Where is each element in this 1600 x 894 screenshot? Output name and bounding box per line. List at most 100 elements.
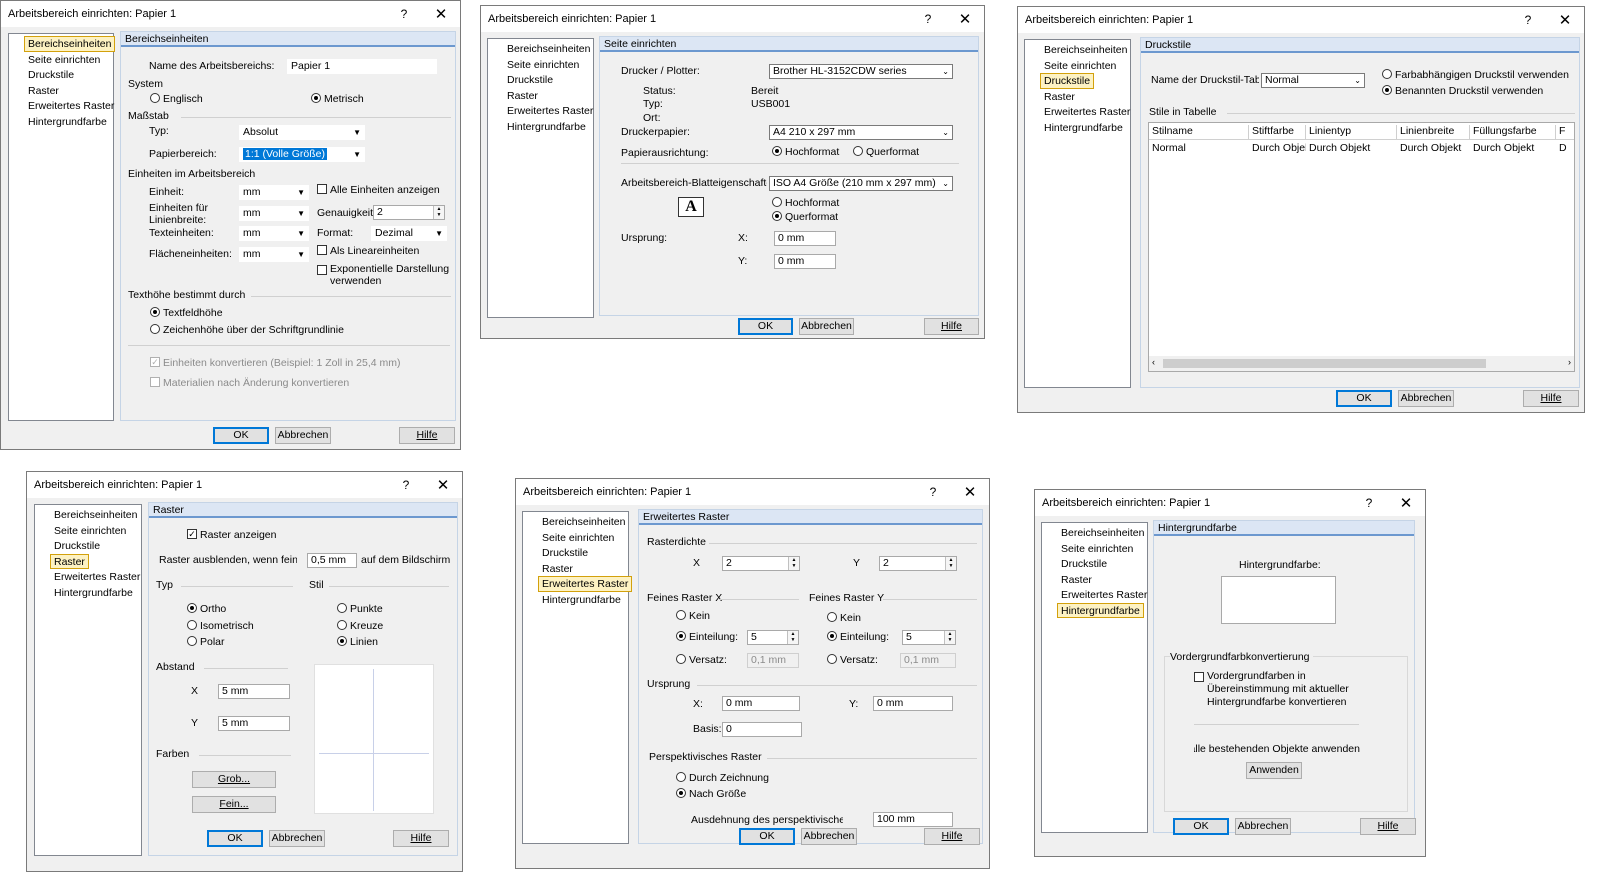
y-input[interactable]: 0 mm	[774, 254, 836, 269]
rasterdichte-y-stepper[interactable]: 2 ▲ ▼	[879, 556, 957, 571]
drucker-dropdown[interactable]: Brother HL-3152CDW series ⌄	[769, 64, 953, 79]
nav-erweitertes-raster[interactable]: Erweitertes Raster	[538, 576, 633, 592]
flaecheneinheiten-dropdown[interactable]: mm ▼	[239, 247, 309, 262]
x-input[interactable]: 0 mm	[774, 231, 836, 246]
ok-button[interactable]: OK	[739, 828, 795, 845]
column-header[interactable]: Linientyp	[1306, 125, 1397, 139]
nav-hintergrundfarbe[interactable]: Hintergrundfarbe	[50, 585, 137, 601]
abbrechen-button[interactable]: Abbrechen	[1398, 390, 1454, 407]
radio-querformat[interactable]: Querformat	[853, 146, 919, 158]
radio-farbabhaengig[interactable]: Farbabhängigen Druckstil verwenden	[1382, 69, 1577, 81]
help-icon[interactable]: ?	[386, 7, 422, 21]
nav-bereichseinheiten[interactable]: Bereichseinheiten	[538, 514, 629, 530]
nav-seite-einrichten[interactable]: Seite einrichten	[1040, 58, 1120, 74]
grob-button[interactable]: Grob...	[192, 771, 276, 788]
ok-button[interactable]: OK	[207, 830, 263, 847]
scrollbar-thumb[interactable]	[1163, 359, 1486, 368]
radio-zeichenhoehe[interactable]: Zeichenhöhe über der Schriftgrundlinie	[150, 324, 344, 336]
anwenden-button[interactable]: Anwenden	[1246, 762, 1302, 779]
ausdehnung-input[interactable]: 100 mm	[873, 812, 953, 827]
radio-hochformat2[interactable]: Hochformat	[772, 197, 839, 209]
versatz-y-input[interactable]: 0,1 mm	[900, 653, 956, 668]
radio-kreuze[interactable]: Kreuze	[337, 620, 383, 632]
column-header[interactable]: Füllungsfarbe	[1470, 125, 1556, 139]
hilfe-button[interactable]: Hilfe	[924, 828, 980, 845]
spin-arrows-icon[interactable]: ▲ ▼	[945, 557, 956, 570]
close-icon[interactable]: ✕	[1387, 494, 1425, 512]
nav-bereichseinheiten[interactable]: Bereichseinheiten	[24, 36, 116, 52]
nav-erweitertes-raster[interactable]: Erweitertes Raster	[1040, 104, 1134, 120]
help-icon[interactable]: ?	[910, 12, 946, 26]
radio-benannt[interactable]: Benannten Druckstil verwenden	[1382, 85, 1543, 97]
nav-hintergrundfarbe[interactable]: Hintergrundfarbe	[503, 119, 590, 135]
spin-arrows-icon[interactable]: ▲ ▼	[433, 206, 444, 219]
genauigkeit-stepper[interactable]: 2 ▲ ▼	[373, 205, 445, 220]
column-header[interactable]: Stiftfarbe	[1249, 125, 1306, 139]
abbrechen-button[interactable]: Abbrechen	[799, 318, 854, 335]
column-header[interactable]: Linienbreite	[1397, 125, 1470, 139]
versatz-x-input[interactable]: 0,1 mm	[747, 653, 799, 668]
radio-isometrisch[interactable]: Isometrisch	[187, 620, 254, 632]
format-dropdown[interactable]: Dezimal ▼	[371, 226, 447, 241]
ok-button[interactable]: OK	[738, 318, 793, 335]
nav-hintergrundfarbe[interactable]: Hintergrundfarbe	[1057, 602, 1144, 618]
radio-punkte[interactable]: Punkte	[337, 603, 383, 615]
ok-button[interactable]: OK	[213, 427, 269, 444]
close-icon[interactable]: ✕	[946, 10, 984, 28]
radio-textfeldhoehe[interactable]: Textfeldhöhe	[150, 307, 223, 319]
abbrechen-button[interactable]: Abbrechen	[801, 828, 857, 845]
help-icon[interactable]: ?	[915, 485, 951, 499]
papierbereich-dropdown[interactable]: 1:1 (Volle Größe) ▼	[239, 147, 365, 162]
nav-bereichseinheiten[interactable]: Bereichseinheiten	[1040, 42, 1131, 58]
texteinheiten-dropdown[interactable]: mm ▼	[239, 226, 309, 241]
typ-dropdown[interactable]: Absolut ▼	[239, 125, 365, 140]
nav-seite-einrichten[interactable]: Seite einrichten	[24, 52, 104, 68]
blatt-dropdown[interactable]: ISO A4 Größe (210 mm x 297 mm) ⌄	[769, 176, 953, 191]
ausblenden-input[interactable]: 0,5 mm	[307, 553, 357, 568]
nav-raster[interactable]: Raster	[24, 83, 63, 99]
spin-arrows-icon[interactable]: ▲ ▼	[787, 631, 798, 644]
checkbox-alle-einheiten[interactable]: Alle Einheiten anzeigen	[317, 184, 440, 196]
checkbox-materialien[interactable]: Materialien nach Änderung konvertieren	[150, 377, 349, 389]
checkbox-konvertieren[interactable]: Einheiten konvertieren (Beispiel: 1 Zoll…	[150, 357, 401, 369]
nav-druckstile[interactable]: Druckstile	[538, 545, 592, 561]
nav-bereichseinheiten[interactable]: Bereichseinheiten	[1057, 525, 1148, 541]
nav-druckstile[interactable]: Druckstile	[24, 67, 78, 83]
help-icon[interactable]: ?	[1510, 13, 1546, 27]
nav-druckstile[interactable]: Druckstile	[1040, 73, 1095, 89]
basis-input[interactable]: 0	[722, 722, 802, 737]
nav-erweitertes-raster[interactable]: Erweitertes Raster	[24, 98, 118, 114]
y-abstand-input[interactable]: 5 mm	[218, 716, 290, 731]
name-input[interactable]: Papier 1	[287, 59, 437, 74]
column-header[interactable]: Stilname	[1149, 125, 1249, 139]
nav-seite-einrichten[interactable]: Seite einrichten	[503, 57, 583, 73]
close-icon[interactable]: ✕	[951, 483, 989, 501]
nav-bereichseinheiten[interactable]: Bereichseinheiten	[50, 507, 141, 523]
spin-arrows-icon[interactable]: ▲ ▼	[788, 557, 799, 570]
nav-hintergrundfarbe[interactable]: Hintergrundfarbe	[1040, 120, 1127, 136]
nav-seite-einrichten[interactable]: Seite einrichten	[50, 523, 130, 539]
abbrechen-button[interactable]: Abbrechen	[275, 427, 331, 444]
nav-druckstile[interactable]: Druckstile	[50, 538, 104, 554]
linienbreite-dropdown[interactable]: mm ▼	[239, 206, 309, 221]
help-icon[interactable]: ?	[388, 478, 424, 492]
radio-metrisch[interactable]: Metrisch	[311, 93, 364, 105]
close-icon[interactable]: ✕	[424, 476, 462, 494]
spin-arrows-icon[interactable]: ▲ ▼	[944, 631, 955, 644]
nav-hintergrundfarbe[interactable]: Hintergrundfarbe	[24, 114, 111, 130]
ursprung-y-input[interactable]: 0 mm	[873, 696, 953, 711]
horizontal-scrollbar[interactable]: ‹ ›	[1149, 356, 1574, 371]
hilfe-button[interactable]: Hilfe	[399, 427, 455, 444]
checkbox-exponentiell[interactable]: Exponentielle Darstellung verwenden	[317, 263, 452, 287]
radio-kein-x[interactable]: Kein	[676, 610, 710, 622]
radio-durch-zeichnung[interactable]: Durch Zeichnung	[676, 772, 769, 784]
radio-versatz-x[interactable]: Versatz:	[676, 654, 727, 666]
close-icon[interactable]: ✕	[1546, 11, 1584, 29]
checkbox-raster-anzeigen[interactable]: Raster anzeigen	[187, 529, 276, 541]
nav-erweitertes-raster[interactable]: Erweitertes Raster	[1057, 587, 1151, 603]
hintergrundfarbe-swatch[interactable]	[1221, 576, 1336, 624]
radio-polar[interactable]: Polar	[187, 636, 225, 648]
einteilung-x-stepper[interactable]: 5 ▲ ▼	[747, 630, 799, 645]
radio-hochformat[interactable]: Hochformat	[772, 146, 839, 158]
nav-druckstile[interactable]: Druckstile	[503, 72, 557, 88]
